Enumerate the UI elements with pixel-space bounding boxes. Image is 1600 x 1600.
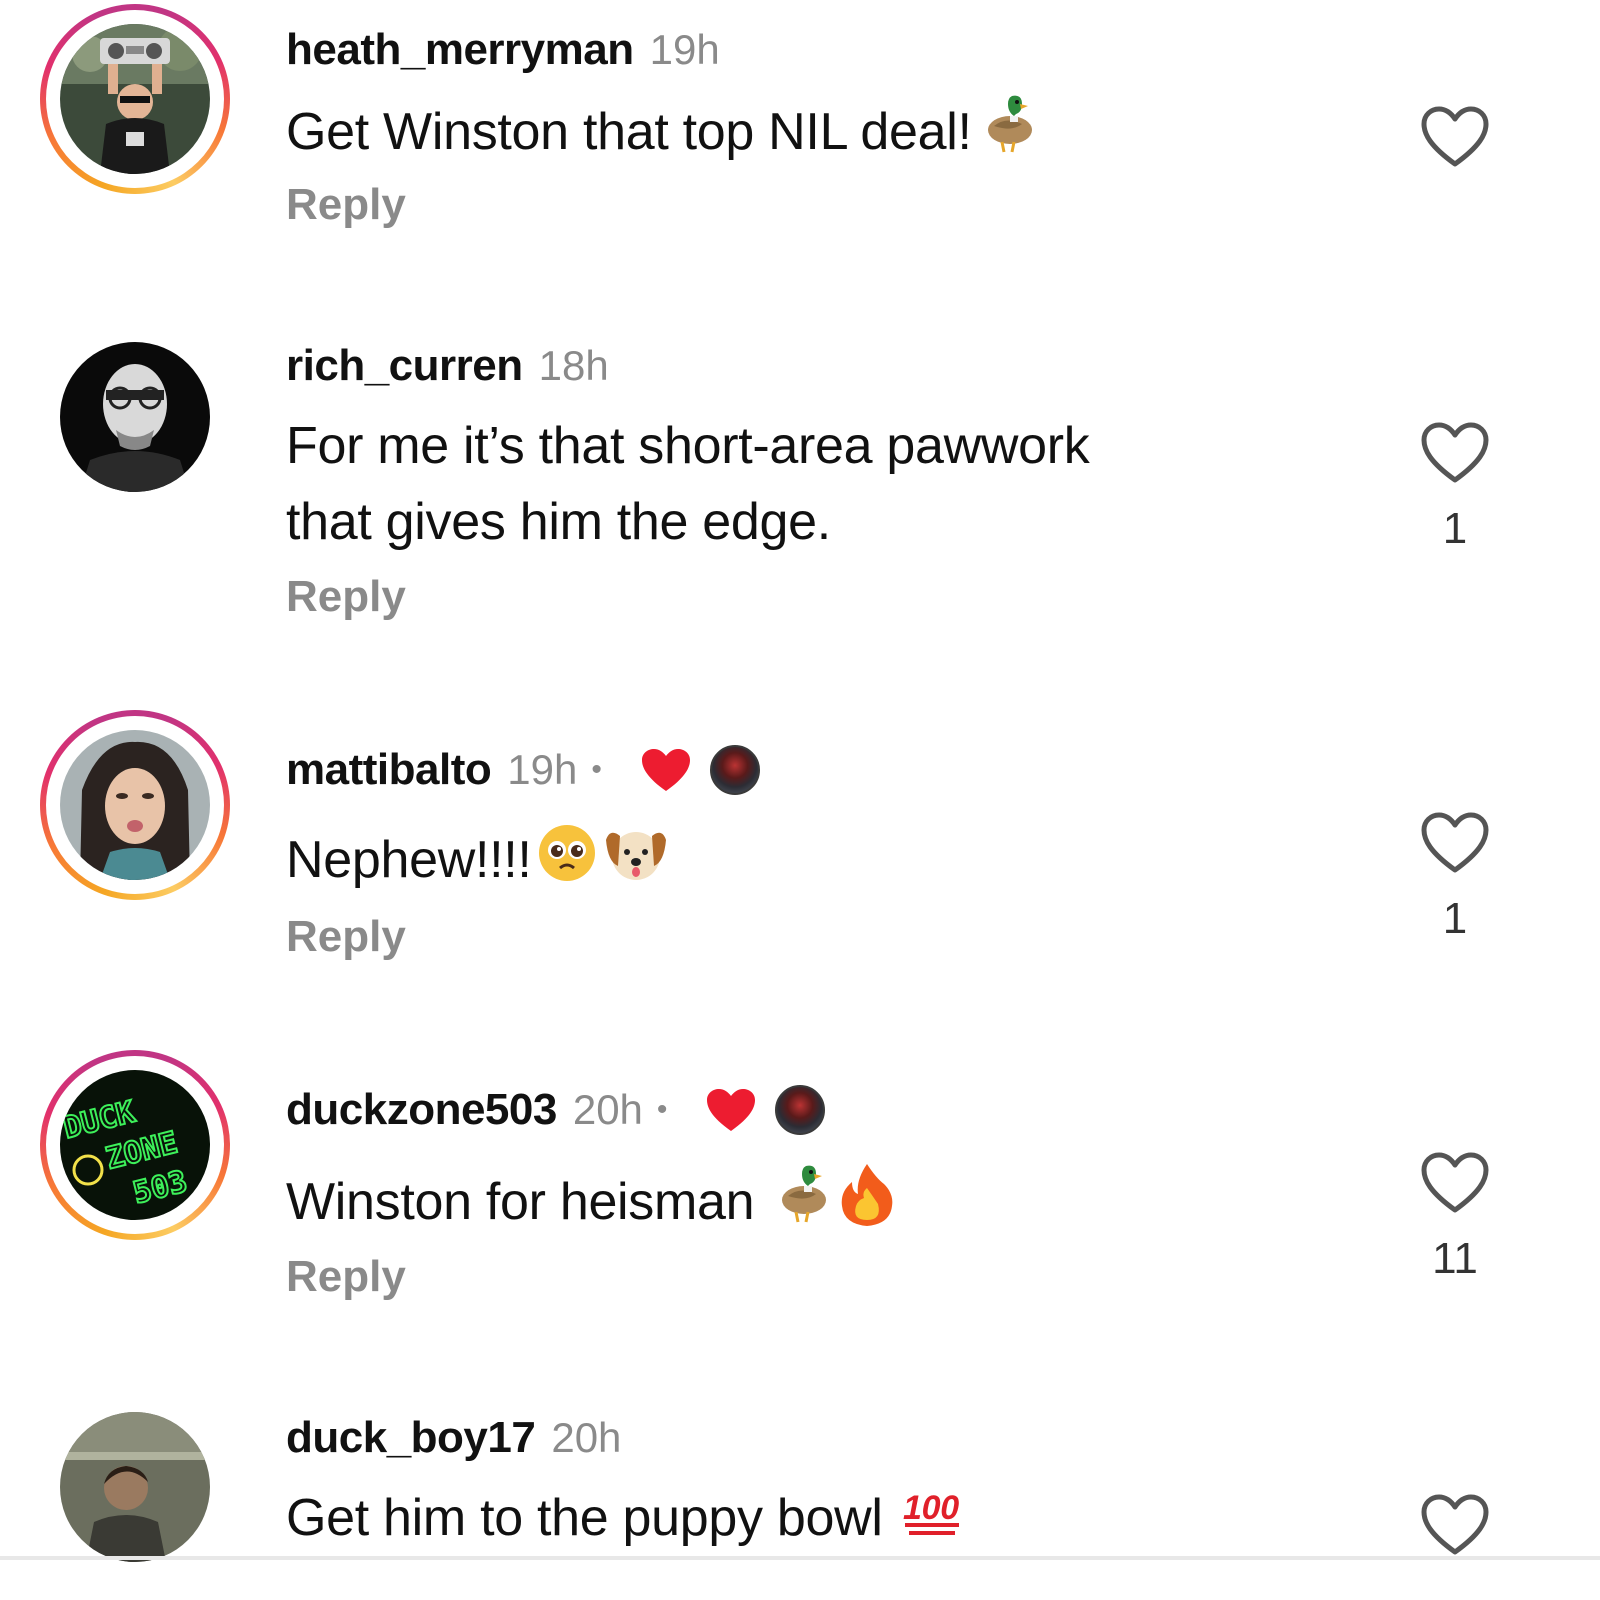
avatar (60, 342, 210, 492)
separator-dot: • (591, 753, 602, 786)
reply-button[interactable]: Reply (286, 180, 406, 230)
avatar (60, 1412, 210, 1562)
comment-meta: heath_merryman 19h (286, 20, 720, 80)
avatar-story-ring[interactable]: DUCK ZONE 503 (40, 1050, 230, 1240)
separator-dot: • (656, 1093, 668, 1126)
comment-text: Get him to the puppy bowl 100 (286, 1480, 1346, 1562)
comment-text: Nephew!!!! (286, 822, 1346, 905)
username[interactable]: duckzone503 (286, 1085, 557, 1135)
avatar-story-ring[interactable] (40, 710, 230, 900)
author-avatar (709, 745, 760, 795)
heart-outline-icon[interactable] (1420, 1152, 1490, 1214)
dog-face-emoji (602, 822, 670, 905)
comment-text: Get Winston that top NIL deal! (286, 92, 1346, 179)
comment-meta: rich_curren 18h (286, 336, 609, 396)
comment-text-line: For me it’s that short-area pawwork (286, 417, 1090, 475)
username[interactable]: rich_curren (286, 341, 523, 391)
like-count: 11 (1432, 1234, 1478, 1283)
timestamp: 20h (551, 1414, 622, 1461)
divider (0, 1556, 1600, 1560)
comment-text: For me it’s that short-area pawwork that… (286, 408, 1346, 560)
like-count: 1 (1442, 894, 1468, 943)
comment-text-content: Get him to the puppy bowl (286, 1489, 883, 1547)
heart-outline-icon[interactable] (1420, 812, 1490, 874)
author-avatar (775, 1085, 826, 1135)
avatar-wrap[interactable] (40, 1392, 230, 1582)
heart-outline-icon[interactable] (1420, 422, 1490, 484)
timestamp: 20h (572, 1086, 643, 1133)
heart-filled-icon (641, 749, 690, 791)
heart-outline-icon[interactable] (1420, 1494, 1490, 1556)
hundred-points-label: 100 (903, 1489, 959, 1527)
timestamp: 19h (507, 746, 578, 793)
avatar: DUCK ZONE 503 (60, 1070, 210, 1220)
heart-outline-icon[interactable] (1420, 106, 1490, 168)
avatar-story-ring[interactable] (40, 4, 230, 194)
username[interactable]: mattibalto (286, 745, 492, 795)
avatar (60, 730, 210, 880)
reply-button[interactable]: Reply (286, 572, 406, 622)
avatar (60, 24, 210, 174)
username[interactable]: duck_boy17 (286, 1413, 536, 1463)
pleading-face-emoji (536, 822, 598, 905)
comment-text-content: Get Winston that top NIL deal! (286, 103, 972, 162)
heart-filled-icon (707, 1089, 756, 1131)
comment-text-content: Winston for heisman (286, 1173, 755, 1232)
reply-button[interactable]: Reply (286, 912, 406, 962)
hundred-points-emoji: 100 (901, 1481, 967, 1562)
comment-text-line: that gives him the edge. (286, 493, 831, 551)
reply-button[interactable]: Reply (286, 1252, 406, 1302)
comment-meta: mattibalto 19h • (286, 740, 760, 800)
duck-emoji (776, 1162, 832, 1249)
like-count: 1 (1442, 504, 1468, 553)
comment-text: Winston for heisman (286, 1162, 1346, 1249)
comment-meta: duck_boy17 20h (286, 1408, 621, 1468)
avatar-wrap[interactable] (40, 322, 230, 512)
duck-emoji (982, 92, 1038, 179)
fire-emoji (838, 1162, 896, 1249)
timestamp: 18h (538, 342, 609, 389)
comment-text-content: Nephew!!!! (286, 831, 532, 890)
username[interactable]: heath_merryman (286, 25, 634, 75)
comment-meta: duckzone503 20h • (286, 1080, 826, 1140)
timestamp: 19h (649, 26, 720, 73)
